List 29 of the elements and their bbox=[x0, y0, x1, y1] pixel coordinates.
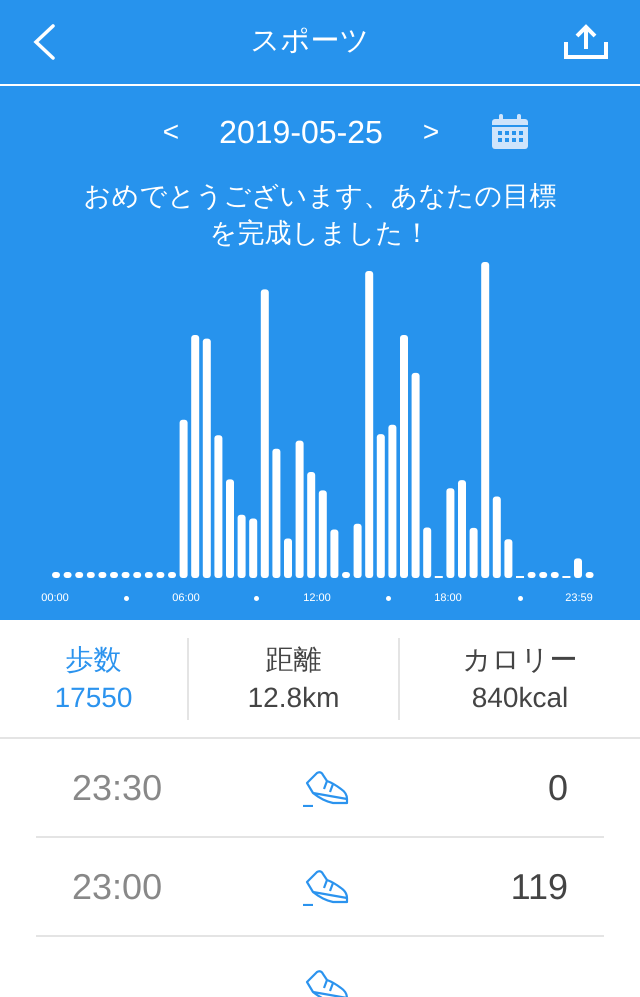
stat-label: カロリー bbox=[462, 642, 578, 676]
time-axis-label: 18:00 bbox=[434, 591, 462, 606]
time-axis-label: 12:00 bbox=[303, 591, 331, 606]
stat-tab[interactable]: 距離 12.8km bbox=[187, 638, 398, 720]
time-axis-label: 00:00 bbox=[41, 591, 69, 606]
time-axis-label: 23:59 bbox=[565, 591, 593, 606]
stat-label: 距離 bbox=[266, 642, 322, 676]
stat-value: 840kcal bbox=[472, 680, 568, 714]
share-icon[interactable] bbox=[564, 24, 608, 60]
stat-value: 12.8km bbox=[248, 680, 340, 714]
stat-tab[interactable]: 歩数 17550 bbox=[0, 638, 187, 720]
date-label: 2019-05-25 bbox=[219, 113, 383, 152]
previous-day-button[interactable]: < bbox=[150, 111, 192, 153]
shoe-icon bbox=[303, 768, 349, 806]
goal-message: おめでとうございます、あなたの目標を完成しました！ bbox=[82, 180, 558, 250]
page-title: スポーツ bbox=[250, 24, 370, 60]
shoe-icon bbox=[303, 968, 349, 997]
stat-value: 17550 bbox=[54, 680, 132, 714]
stat-tab[interactable]: カロリー 840kcal bbox=[398, 638, 640, 720]
calendar-icon[interactable] bbox=[491, 114, 530, 150]
record-steps: 119 bbox=[376, 860, 604, 914]
shoe-icon bbox=[303, 868, 349, 906]
next-day-button[interactable]: > bbox=[410, 111, 452, 153]
stat-label: 歩数 bbox=[66, 642, 122, 676]
time-axis-label: 06:00 bbox=[172, 591, 200, 606]
back-icon[interactable] bbox=[32, 23, 56, 61]
record-time: 23:00 bbox=[71, 864, 164, 908]
record-time: 23:30 bbox=[71, 766, 164, 810]
record-steps: 0 bbox=[376, 760, 604, 814]
